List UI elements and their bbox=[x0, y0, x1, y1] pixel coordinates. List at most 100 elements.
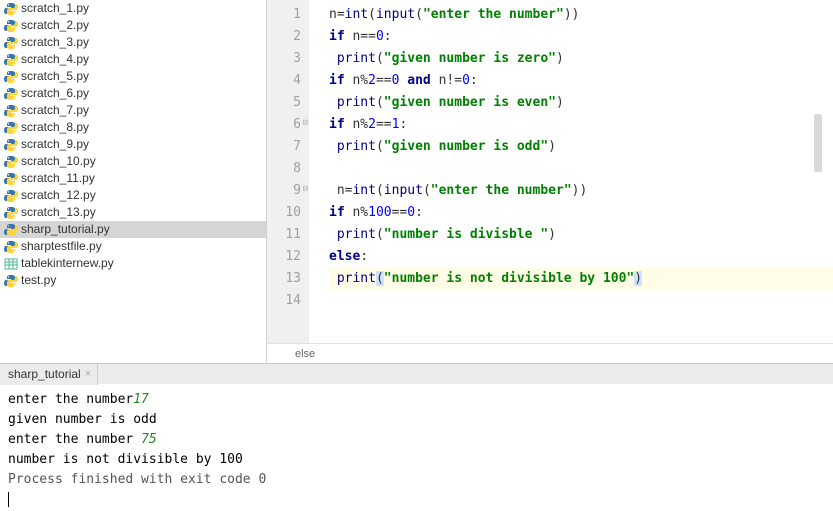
line-number: 12 bbox=[267, 246, 301, 268]
code-line-1[interactable]: n=int(input("enter the number")) bbox=[329, 4, 833, 26]
code-line-12[interactable]: else: bbox=[329, 246, 833, 268]
python-icon bbox=[4, 138, 18, 152]
file-label: scratch_11.py bbox=[21, 170, 95, 187]
code-line-9[interactable]: n=int(input("enter the number")) bbox=[329, 180, 833, 202]
file-item-sharp_tutorial-py[interactable]: sharp_tutorial.py bbox=[0, 221, 266, 238]
line-number: 10 bbox=[267, 202, 301, 224]
python-icon bbox=[4, 19, 18, 33]
line-number: 14 bbox=[267, 290, 301, 312]
file-item-scratch_8-py[interactable]: scratch_8.py bbox=[0, 119, 266, 136]
file-label: scratch_3.py bbox=[21, 34, 89, 51]
file-label: sharp_tutorial.py bbox=[21, 221, 110, 238]
line-number: 13 bbox=[267, 268, 301, 290]
run-tab-bar: sharp_tutorial × bbox=[0, 363, 833, 384]
tab-label: sharp_tutorial bbox=[8, 367, 81, 381]
console-caret-line bbox=[8, 490, 825, 510]
scroll-marker bbox=[814, 114, 822, 172]
file-label: test.py bbox=[21, 272, 56, 289]
console-exit-line: Process finished with exit code 0 bbox=[8, 470, 825, 490]
file-label: scratch_13.py bbox=[21, 204, 96, 221]
table-icon bbox=[4, 257, 18, 271]
file-label: scratch_8.py bbox=[21, 119, 89, 136]
python-icon bbox=[4, 121, 18, 135]
python-icon bbox=[4, 2, 18, 16]
file-item-scratch_7-py[interactable]: scratch_7.py bbox=[0, 102, 266, 119]
file-label: scratch_7.py bbox=[21, 102, 89, 119]
python-icon bbox=[4, 155, 18, 169]
file-label: tablekinternew.py bbox=[21, 255, 114, 272]
file-item-scratch_5-py[interactable]: scratch_5.py bbox=[0, 68, 266, 85]
editor-scrollbar[interactable] bbox=[823, 0, 833, 343]
file-label: scratch_12.py bbox=[21, 187, 96, 204]
code-line-2[interactable]: if n==0: bbox=[329, 26, 833, 48]
line-number: 5 bbox=[267, 92, 301, 114]
run-tab-sharp-tutorial[interactable]: sharp_tutorial × bbox=[0, 364, 98, 385]
console-line: number is not divisible by 100 bbox=[8, 450, 825, 470]
python-icon bbox=[4, 104, 18, 118]
line-number: 11 bbox=[267, 224, 301, 246]
console-output[interactable]: enter the number17 given number is odd e… bbox=[0, 384, 833, 511]
file-label: sharptestfile.py bbox=[21, 238, 102, 255]
file-item-sharptestfile-py[interactable]: sharptestfile.py bbox=[0, 238, 266, 255]
file-label: scratch_4.py bbox=[21, 51, 89, 68]
line-number: 9 bbox=[267, 180, 301, 202]
code-line-5[interactable]: print("given number is even") bbox=[329, 92, 833, 114]
file-item-tablekinternew-py[interactable]: tablekinternew.py bbox=[0, 255, 266, 272]
console-line: enter the number17 bbox=[8, 390, 825, 410]
code-line-4[interactable]: if n%2==0 and n!=0: bbox=[329, 70, 833, 92]
code-line-8[interactable] bbox=[329, 158, 833, 180]
fold-icon[interactable]: ⊟ bbox=[303, 184, 308, 194]
code-line-11[interactable]: print("number is divisble ") bbox=[329, 224, 833, 246]
file-label: scratch_9.py bbox=[21, 136, 89, 153]
file-label: scratch_2.py bbox=[21, 17, 89, 34]
file-label: scratch_5.py bbox=[21, 68, 89, 85]
line-number: 7 bbox=[267, 136, 301, 158]
python-icon bbox=[4, 172, 18, 186]
python-icon bbox=[4, 223, 18, 237]
caret-icon bbox=[8, 492, 9, 507]
line-number: 6 bbox=[267, 114, 301, 136]
file-label: scratch_1.py bbox=[21, 0, 89, 17]
console-line: enter the number 75 bbox=[8, 430, 825, 450]
file-item-scratch_6-py[interactable]: scratch_6.py bbox=[0, 85, 266, 102]
python-icon bbox=[4, 70, 18, 84]
file-item-scratch_3-py[interactable]: scratch_3.py bbox=[0, 34, 266, 51]
python-icon bbox=[4, 240, 18, 254]
file-item-scratch_13-py[interactable]: scratch_13.py bbox=[0, 204, 266, 221]
file-item-scratch_4-py[interactable]: scratch_4.py bbox=[0, 51, 266, 68]
file-item-scratch_2-py[interactable]: scratch_2.py bbox=[0, 17, 266, 34]
line-number: 4 bbox=[267, 70, 301, 92]
python-icon bbox=[4, 189, 18, 203]
line-number: 2 bbox=[267, 26, 301, 48]
python-icon bbox=[4, 36, 18, 50]
line-number: 3 bbox=[267, 48, 301, 70]
console-line: given number is odd bbox=[8, 410, 825, 430]
code-line-3[interactable]: print("given number is zero") bbox=[329, 48, 833, 70]
line-number: 1 bbox=[267, 4, 301, 26]
file-tree[interactable]: scratch_1.pyscratch_2.pyscratch_3.pyscra… bbox=[0, 0, 266, 363]
code-line-14[interactable] bbox=[329, 290, 833, 312]
code-line-7[interactable]: print("given number is odd") bbox=[329, 136, 833, 158]
code-area[interactable]: n=int(input("enter the number"))if n==0:… bbox=[309, 0, 833, 316]
file-item-scratch_11-py[interactable]: scratch_11.py bbox=[0, 170, 266, 187]
python-icon bbox=[4, 87, 18, 101]
code-line-10[interactable]: if n%100==0: bbox=[329, 202, 833, 224]
code-line-13[interactable]: print("number is not divisible by 100") bbox=[329, 268, 833, 290]
file-item-scratch_12-py[interactable]: scratch_12.py bbox=[0, 187, 266, 204]
line-gutter: 12345⊟678⊟91011121314 bbox=[267, 0, 309, 343]
file-item-test-py[interactable]: test.py bbox=[0, 272, 266, 289]
line-number: 8 bbox=[267, 158, 301, 180]
file-label: scratch_6.py bbox=[21, 85, 89, 102]
close-icon[interactable]: × bbox=[85, 368, 91, 380]
breadcrumb[interactable]: else bbox=[267, 343, 833, 363]
python-icon bbox=[4, 274, 18, 288]
file-item-scratch_10-py[interactable]: scratch_10.py bbox=[0, 153, 266, 170]
code-line-6[interactable]: if n%2==1: bbox=[329, 114, 833, 136]
file-label: scratch_10.py bbox=[21, 153, 96, 170]
fold-icon[interactable]: ⊟ bbox=[303, 118, 308, 128]
code-editor[interactable]: 12345⊟678⊟91011121314 n=int(input("enter… bbox=[266, 0, 833, 363]
file-item-scratch_1-py[interactable]: scratch_1.py bbox=[0, 0, 266, 17]
python-icon bbox=[4, 206, 18, 220]
file-item-scratch_9-py[interactable]: scratch_9.py bbox=[0, 136, 266, 153]
python-icon bbox=[4, 53, 18, 67]
